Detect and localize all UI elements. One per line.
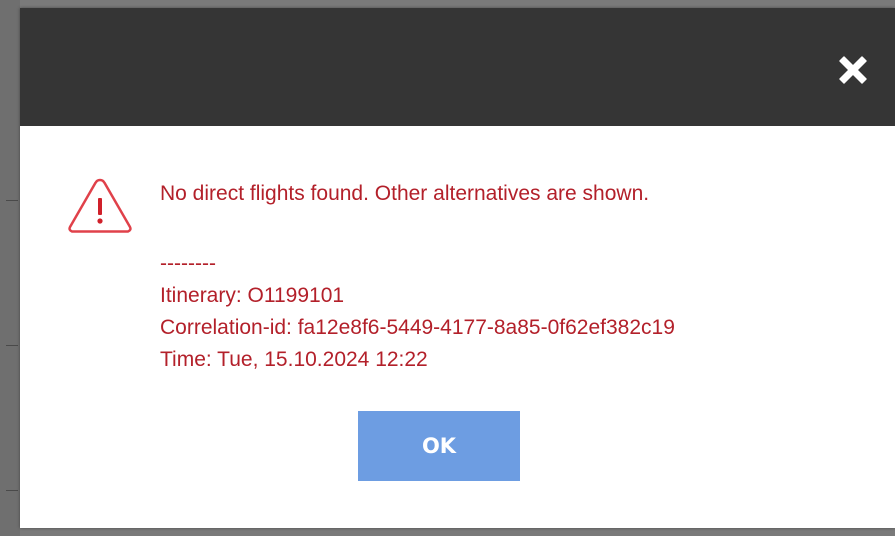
warning-triangle-icon: [66, 176, 134, 236]
itinerary-text: Itinerary: O1199101: [160, 284, 345, 307]
time-text: Time: Tue, 15.10.2024 12:22: [160, 348, 428, 371]
close-button[interactable]: [837, 54, 869, 86]
page-backdrop: [0, 0, 20, 536]
message-gap: [160, 210, 875, 248]
correlation-id-text: Correlation-id: fa12e8f6-5449-4177-8a85-…: [160, 316, 675, 339]
backdrop-tick: [6, 200, 18, 201]
close-icon: [839, 56, 867, 84]
message-headline: No direct flights found. Other alternati…: [160, 182, 650, 205]
ok-button[interactable]: OK: [358, 411, 520, 481]
backdrop-tick: [6, 345, 18, 346]
message-separator: --------: [160, 252, 216, 275]
alert-message: No direct flights found. Other alternati…: [160, 178, 875, 376]
dialog-header: [20, 8, 895, 126]
backdrop-tick: [6, 490, 18, 491]
